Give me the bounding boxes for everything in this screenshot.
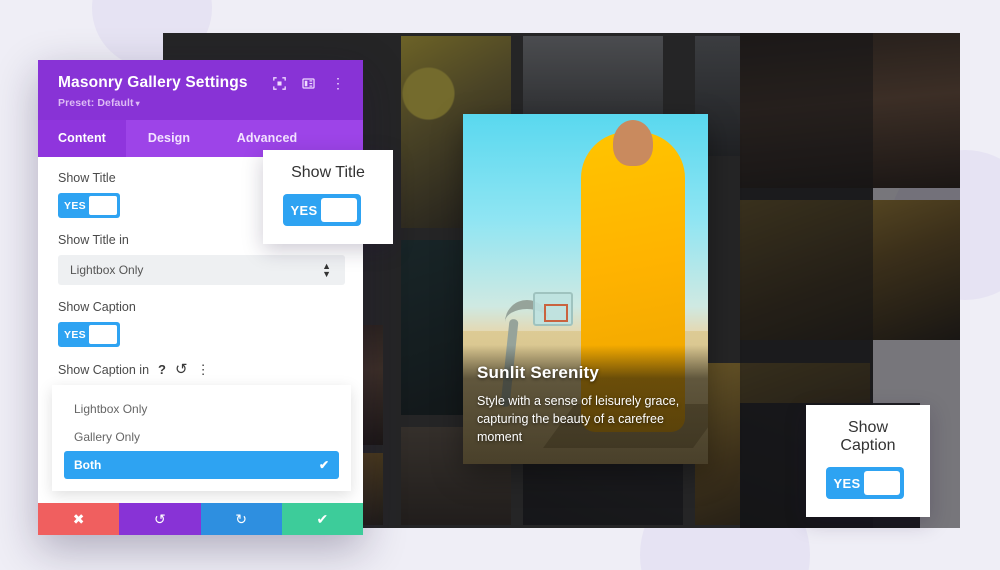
focus-icon[interactable] [273, 76, 286, 90]
show-title-toggle-label: YES [64, 199, 86, 212]
more-options-icon[interactable]: ⋮ [331, 76, 345, 90]
show-title-in-select[interactable]: Lightbox Only ▲ ▼ [58, 255, 345, 285]
dropdown-option-label: Gallery Only [74, 430, 141, 444]
save-button[interactable]: ✔ [281, 503, 363, 535]
show-caption-toggle[interactable]: YES [58, 322, 120, 347]
gallery-tile[interactable] [740, 200, 960, 340]
photo-figure-head [613, 120, 653, 166]
dropdown-option-gallery-only[interactable]: Gallery Only [64, 423, 339, 451]
show-caption-label: Show Caption [58, 300, 345, 314]
basketball-hoop-board-icon [533, 292, 573, 326]
toggle-knob [864, 471, 900, 495]
modal-title: Masonry Gallery Settings [58, 74, 248, 91]
reset-icon[interactable]: ↺ [175, 362, 188, 377]
gallery-tile[interactable] [740, 33, 960, 188]
show-caption-callout-title: Show Caption [840, 419, 896, 454]
show-caption-in-dropdown-list: Lightbox Only Gallery Only Both ✔ [52, 385, 351, 491]
show-title-callout: Show Title YES [263, 150, 393, 244]
undo-button[interactable]: ↺ [119, 503, 201, 535]
show-title-in-value: Lightbox Only [70, 263, 144, 277]
check-icon: ✔ [318, 458, 329, 472]
show-title-callout-toggle[interactable]: YES [283, 194, 361, 226]
chevron-down-icon: ▾ [135, 99, 140, 108]
dropdown-option-lightbox-only[interactable]: Lightbox Only [64, 395, 339, 423]
cancel-button[interactable]: ✖ [38, 503, 120, 535]
featured-card-caption: Style with a sense of leisurely grace, c… [477, 393, 680, 444]
tab-design[interactable]: Design [126, 120, 212, 157]
layout-icon[interactable] [302, 77, 315, 90]
dropdown-option-both[interactable]: Both ✔ [64, 451, 339, 479]
select-arrows-icon: ▲ ▼ [322, 261, 331, 279]
show-caption-label-text: Show Caption [58, 300, 136, 314]
tab-content[interactable]: Content [38, 120, 126, 157]
featured-gallery-card[interactable]: Sunlit Serenity Style with a sense of le… [463, 114, 708, 464]
toggle-knob [321, 198, 357, 222]
show-title-label-text: Show Title [58, 171, 116, 185]
show-caption-callout-toggle-label: YES [833, 475, 861, 491]
show-caption-callout: Show Caption YES [806, 405, 930, 517]
dropdown-option-label: Both [74, 458, 102, 472]
modal-header-icons: ⋮ [273, 76, 345, 90]
masonry-gallery-settings-modal[interactable]: Masonry Gallery Settings ⋮ Preset: Defau… [38, 60, 363, 535]
modal-preset-selector[interactable]: Preset: Default ▾ [58, 97, 347, 109]
field-show-caption-in: Show Caption in ? ↺ ⋮ Lightbox Only Gall… [52, 362, 351, 491]
featured-card-title: Sunlit Serenity [477, 362, 600, 382]
show-caption-in-label: Show Caption in ? ↺ ⋮ [58, 362, 345, 377]
redo-button[interactable]: ↻ [200, 503, 282, 535]
field-show-caption: Show Caption YES [58, 300, 345, 347]
featured-caption-overlay: Sunlit Serenity Style with a sense of le… [463, 344, 708, 464]
show-title-toggle[interactable]: YES [58, 193, 120, 218]
show-title-callout-toggle-label: YES [290, 202, 318, 218]
show-caption-toggle-label: YES [64, 328, 86, 341]
toggle-knob [89, 196, 117, 215]
help-icon[interactable]: ? [158, 363, 166, 376]
show-caption-callout-toggle[interactable]: YES [826, 467, 904, 499]
show-title-in-label-text: Show Title in [58, 233, 129, 247]
dropdown-option-label: Lightbox Only [74, 402, 148, 416]
show-caption-in-label-text: Show Caption in [58, 362, 150, 377]
modal-preset-label: Preset: Default [58, 97, 134, 109]
show-title-callout-title: Show Title [291, 164, 365, 181]
toggle-knob [89, 325, 117, 344]
modal-action-bar: ✖ ↺ ↻ ✔ [38, 503, 363, 535]
more-options-icon[interactable]: ⋮ [197, 363, 210, 376]
modal-header: Masonry Gallery Settings ⋮ Preset: Defau… [38, 60, 363, 120]
